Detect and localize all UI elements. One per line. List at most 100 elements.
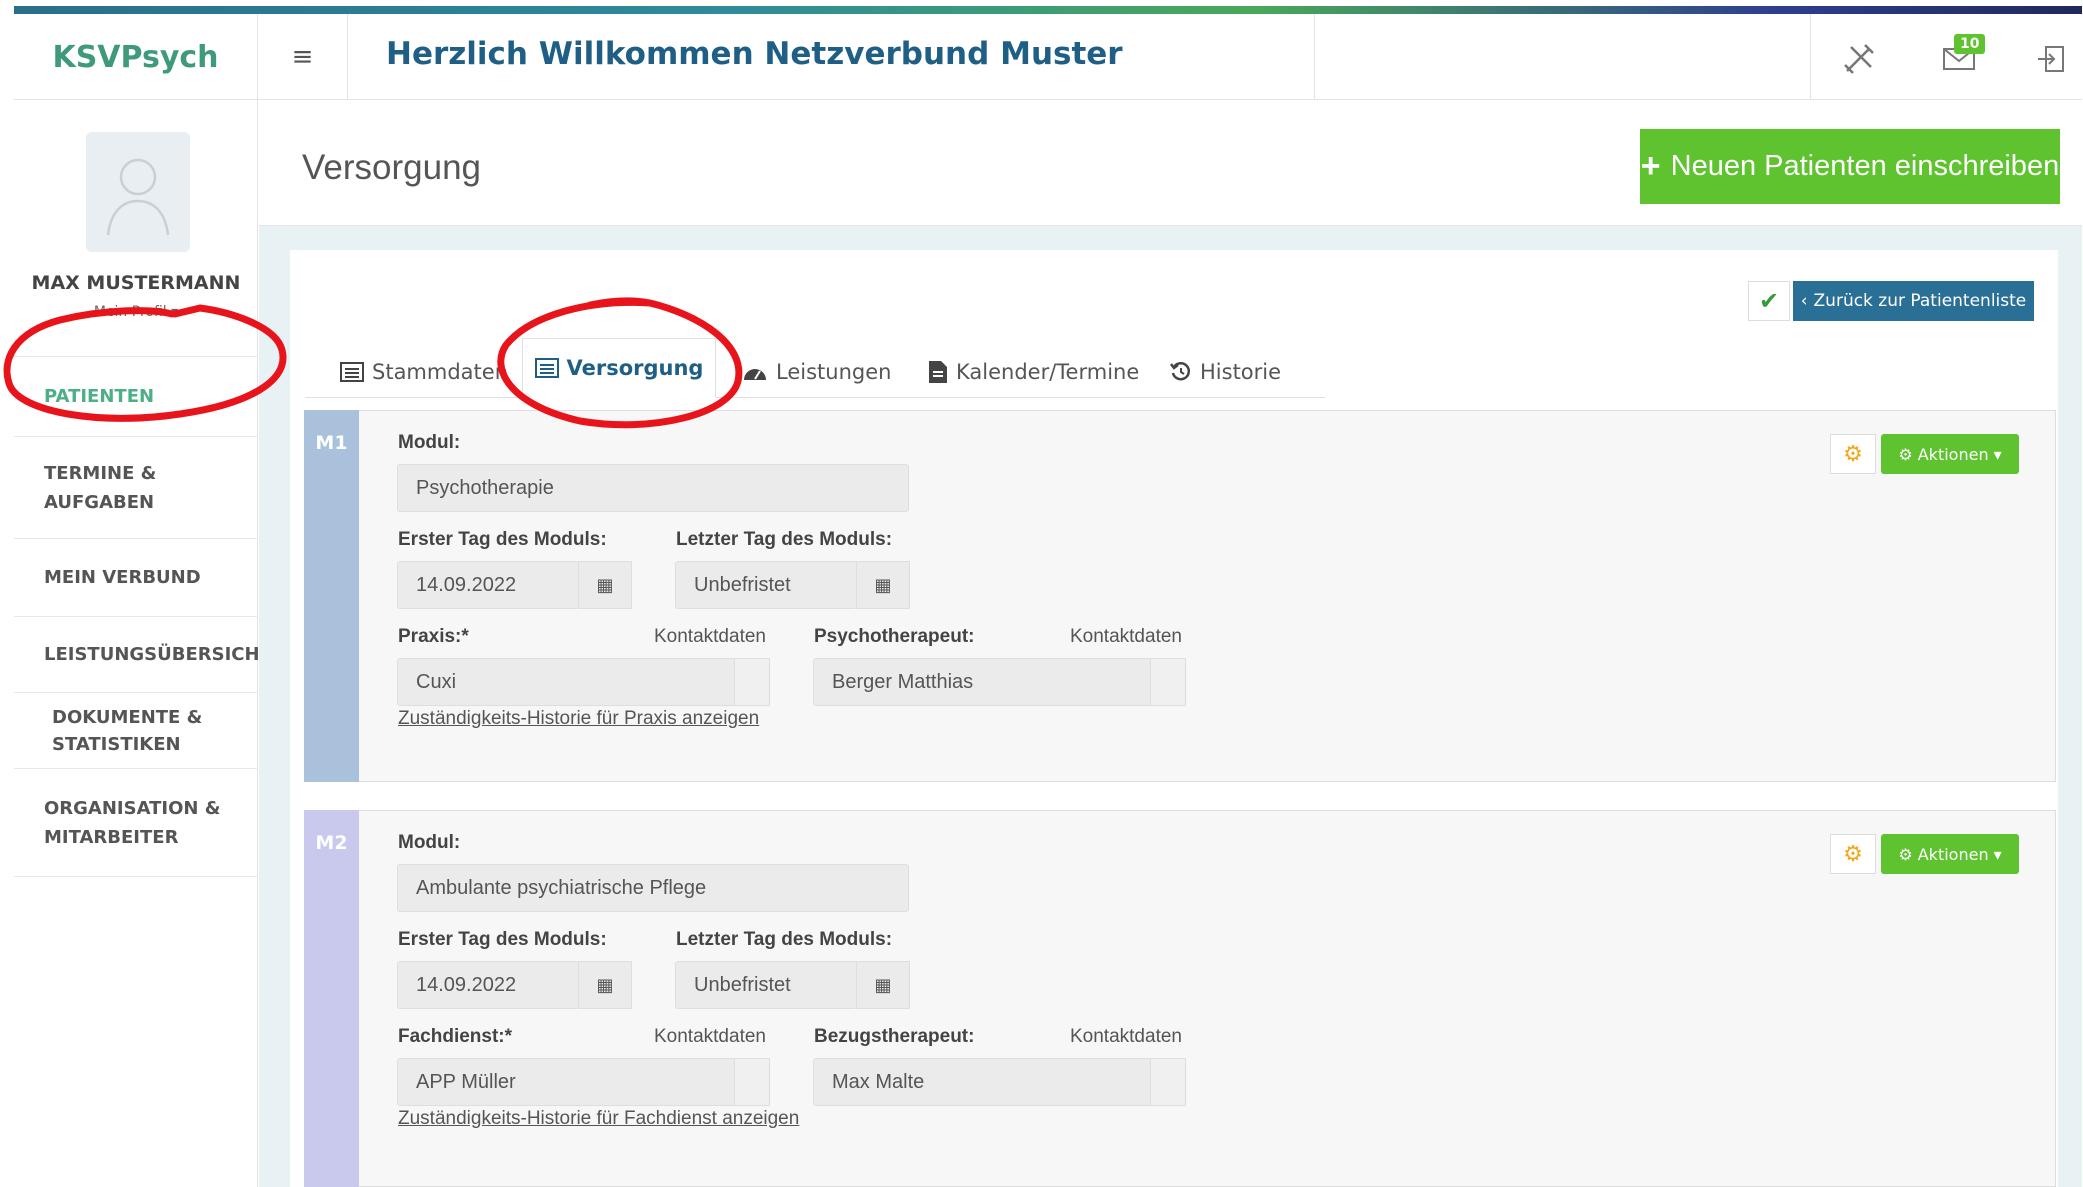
- praxis-field[interactable]: Cuxi: [397, 658, 735, 706]
- module-tag: M1: [315, 432, 348, 454]
- sidebar-item-verbund[interactable]: MEIN VERBUND: [14, 538, 258, 616]
- modul-label: Modul:: [398, 832, 461, 853]
- actions-dropdown-button[interactable]: ⚙ Aktionen ▾: [1881, 834, 2019, 874]
- document-icon: [929, 361, 947, 383]
- gears-icon: ⚙: [1843, 441, 1863, 467]
- gear-icon: ⚙: [1898, 444, 1913, 464]
- sidebar-item-label: TERMINE & AUFGABEN: [44, 459, 156, 517]
- tab-label: Stammdaten: [372, 360, 509, 384]
- sidebar-label-line: STATISTIKEN: [52, 733, 181, 755]
- sidebar-label-line: ORGANISATION &: [44, 797, 221, 819]
- modul-field[interactable]: Psychotherapie: [397, 464, 909, 512]
- tab-label: Versorgung: [566, 356, 704, 380]
- actions-label: Aktionen: [1917, 844, 1989, 864]
- sidebar-label-line: MITARBEITER: [44, 826, 179, 848]
- profile-link-label: Mein Profil: [93, 304, 167, 320]
- therapist-contact-link[interactable]: Kontaktdaten: [1070, 626, 1182, 648]
- start-date-calendar-button[interactable]: ▦: [578, 961, 632, 1009]
- welcome-title: Herzlich Willkommen Netzverbund Muster: [386, 36, 1123, 72]
- end-date-input[interactable]: Unbefristet: [675, 561, 857, 609]
- start-date-calendar-button[interactable]: ▦: [578, 561, 632, 609]
- new-patient-button[interactable]: + Neuen Patienten einschreiben: [1640, 129, 2060, 204]
- fachdienst-field[interactable]: APP Müller: [397, 1058, 735, 1106]
- therapist-field[interactable]: Berger Matthias: [813, 658, 1151, 706]
- sidebar-item-dokumente[interactable]: DOKUMENTE & STATISTIKEN: [14, 692, 258, 768]
- tab-label: Leistungen: [776, 360, 892, 384]
- app-window: KSVPsych ≡ Herzlich Willkommen Netzverbu…: [0, 0, 2083, 1187]
- tools-button[interactable]: [1834, 34, 1884, 84]
- tab-historie[interactable]: Historie: [1170, 346, 1281, 398]
- end-date-calendar-button[interactable]: ▦: [856, 961, 910, 1009]
- profile-menu-toggle[interactable]: Mein Profil ▾: [14, 304, 258, 320]
- start-date-input[interactable]: 14.09.2022: [397, 561, 579, 609]
- tab-kalender[interactable]: Kalender/Termine: [928, 346, 1139, 398]
- actions-label: Aktionen: [1917, 444, 1989, 464]
- avatar[interactable]: [86, 132, 190, 252]
- therapist-contact-link[interactable]: Kontaktdaten: [1070, 1026, 1182, 1048]
- back-button-label: Zurück zur Patientenliste: [1813, 291, 2027, 311]
- mail-count-badge: 10: [1954, 34, 1986, 54]
- modul-field[interactable]: Ambulante psychiatrische Pflege: [397, 864, 909, 912]
- back-to-list-button[interactable]: ‹ Zurück zur Patientenliste: [1793, 281, 2034, 321]
- module-settings-button[interactable]: ⚙: [1830, 834, 1876, 874]
- module-tag: M2: [315, 832, 348, 854]
- top-divider: [1314, 14, 1315, 100]
- module-color-strip: [304, 810, 359, 1187]
- sidebar-divider: [14, 876, 258, 877]
- calendar-icon: ▦: [874, 974, 892, 996]
- page-title: Versorgung: [302, 148, 482, 187]
- therapist-field[interactable]: Max Malte: [813, 1058, 1151, 1106]
- tab-label: Kalender/Termine: [956, 360, 1140, 384]
- list-icon: [340, 362, 364, 382]
- praxis-contact-link[interactable]: Kontaktdaten: [654, 626, 766, 648]
- user-silhouette-icon: [106, 158, 170, 236]
- tab-stammdaten[interactable]: Stammdaten: [340, 346, 508, 398]
- dashboard-icon: [744, 369, 766, 380]
- fachdienst-field-addon[interactable]: [734, 1058, 770, 1106]
- sidebar-item-termine[interactable]: TERMINE & AUFGABEN: [14, 436, 258, 538]
- app-logo[interactable]: KSVPsych: [14, 14, 258, 100]
- therapist-label: Bezugstherapeut:: [814, 1026, 975, 1047]
- logout-button[interactable]: [2026, 34, 2076, 84]
- menu-toggle-button[interactable]: ≡: [258, 14, 348, 100]
- module-settings-button[interactable]: ⚙: [1830, 434, 1876, 474]
- chevron-left-icon: ‹: [1800, 291, 1808, 311]
- history-link[interactable]: Zuständigkeits-Historie für Fachdienst a…: [398, 1108, 799, 1130]
- top-divider: [1810, 14, 1811, 100]
- tools-icon: [1844, 44, 1874, 74]
- confirm-button[interactable]: ✔: [1748, 281, 1790, 321]
- history-link[interactable]: Zuständigkeits-Historie für Praxis anzei…: [398, 708, 759, 730]
- praxis-field-addon[interactable]: [734, 658, 770, 706]
- start-date-label: Erster Tag des Moduls:: [398, 929, 607, 950]
- sidebar-item-label: ORGANISATION & MITARBEITER: [44, 794, 220, 852]
- sidebar-item-label: DOKUMENTE & STATISTIKEN: [52, 704, 202, 758]
- praxis-label: Praxis:*: [398, 626, 469, 647]
- sidebar-item-label: LEISTUNGSÜBERSICHT: [44, 644, 272, 665]
- end-date-input[interactable]: Unbefristet: [675, 961, 857, 1009]
- sidebar-item-leistungsuebersicht[interactable]: LEISTUNGSÜBERSICHT: [14, 616, 272, 692]
- therapist-field-addon[interactable]: [1150, 1058, 1186, 1106]
- sidebar-label-line: DOKUMENTE &: [52, 706, 203, 728]
- top-accent-stripe: [14, 6, 2082, 14]
- list-icon: [534, 358, 559, 378]
- tab-leistungen[interactable]: Leistungen: [742, 346, 891, 398]
- sidebar-item-organisation[interactable]: ORGANISATION & MITARBEITER: [14, 768, 258, 876]
- new-patient-label: Neuen Patienten einschreiben: [1670, 150, 2060, 182]
- end-date-label: Letzter Tag des Moduls:: [676, 929, 893, 950]
- fachdienst-label: Fachdienst:*: [398, 1026, 513, 1047]
- user-name: MAX MUSTERMANN: [31, 272, 241, 294]
- caret-down-icon: ▾: [171, 304, 179, 320]
- calendar-icon: ▦: [596, 574, 614, 596]
- fachdienst-contact-link[interactable]: Kontaktdaten: [654, 1026, 766, 1048]
- tab-versorgung[interactable]: Versorgung: [522, 338, 716, 398]
- modul-label: Modul:: [398, 432, 461, 453]
- therapist-field-addon[interactable]: [1150, 658, 1186, 706]
- checkmark-icon: ✔: [1758, 287, 1780, 315]
- sidebar-item-patienten[interactable]: PATIENTEN: [14, 356, 258, 436]
- start-date-input[interactable]: 14.09.2022: [397, 961, 579, 1009]
- hamburger-icon: ≡: [291, 42, 314, 72]
- calendar-icon: ▦: [874, 574, 892, 596]
- tab-label: Historie: [1200, 360, 1282, 384]
- end-date-calendar-button[interactable]: ▦: [856, 561, 910, 609]
- actions-dropdown-button[interactable]: ⚙ Aktionen ▾: [1881, 434, 2019, 474]
